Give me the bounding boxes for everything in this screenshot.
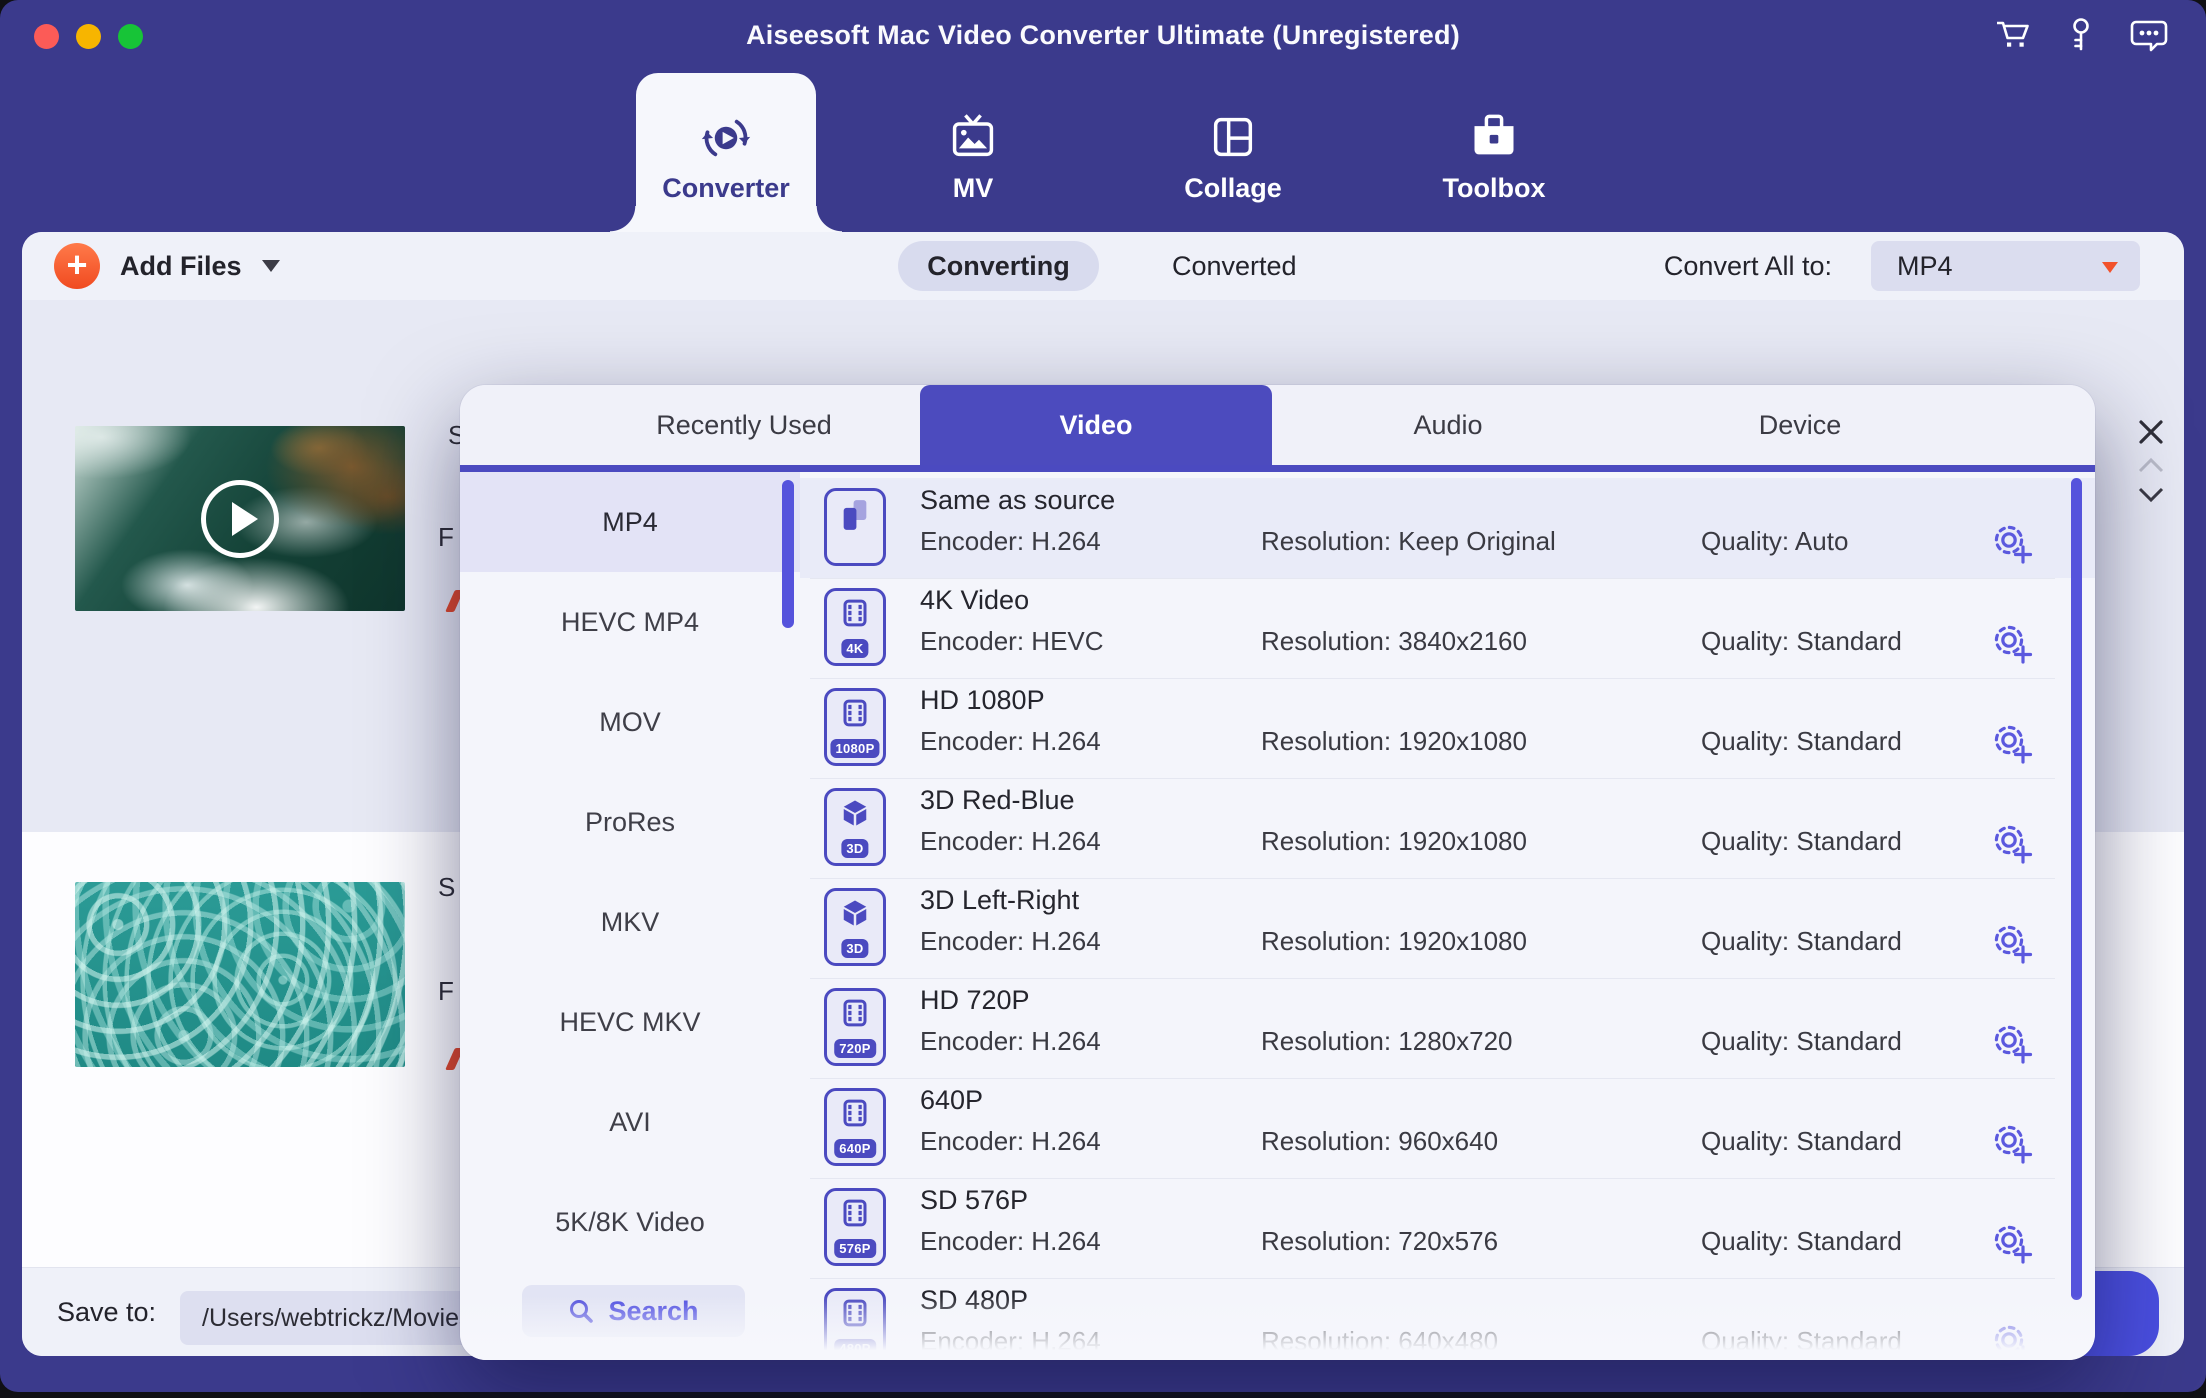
toolbar: + Add Files Converting Converted Convert… [22,232,2184,301]
format-row-3d-red-blue[interactable]: 3D 3D Red-Blue Encoder: H.264 Resolution… [800,778,2095,878]
profile-settings-gear-icon[interactable] [1990,1121,2034,1165]
profile-settings-gear-icon[interactable] [1990,821,2034,865]
converted-tab[interactable]: Converted [1172,241,1297,291]
film-icon: 576P [824,1188,886,1266]
search-icon [570,1300,594,1323]
move-down-icon[interactable] [2138,486,2164,509]
add-files-label: Add Files [120,250,242,281]
list-scrollbar[interactable] [2071,478,2082,1300]
mv-icon [946,111,1000,165]
play-preview-button[interactable] [201,479,279,558]
tab-collage[interactable]: Collage [1143,73,1323,232]
sidebar-scrollbar[interactable] [782,480,794,628]
save-path-input[interactable]: /Users/webtrickz/Movies [180,1291,480,1345]
profile-settings-gear-icon[interactable] [1990,1321,2034,1360]
converting-tab[interactable]: Converting [898,241,1099,291]
sidebar-item-hevc-mp4[interactable]: HEVC MP4 [460,572,800,672]
popup-tabbar: Recently Used Video Audio Device [460,385,2095,465]
profile-settings-gear-icon[interactable] [1990,1021,2034,1065]
cube-3d-icon: 3D [824,788,886,866]
search-button[interactable]: Search [522,1285,745,1337]
sidebar-item-5k8k[interactable]: 5K/8K Video [460,1172,800,1272]
format-row-640p[interactable]: 640P 640P Encoder: H.264 Resolution: 960… [800,1078,2095,1178]
film-icon: 720P [824,988,886,1066]
format-row-hd-720p[interactable]: 720P HD 720P Encoder: H.264 Resolution: … [800,978,2095,1078]
convert-all-dropdown[interactable]: MP4 [1871,241,2140,291]
tab-flare [816,206,842,232]
collage-icon [1206,111,1260,165]
add-files-button[interactable]: + Add Files [54,232,280,300]
format-row-sd-576p[interactable]: 576P SD 576P Encoder: H.264 Resolution: … [800,1178,2095,1278]
profile-settings-gear-icon[interactable] [1990,921,2034,965]
key-register-icon[interactable] [2060,14,2102,56]
sidebar-item-prores[interactable]: ProRes [460,772,800,872]
feedback-icon[interactable] [2128,14,2170,56]
tab-converter[interactable]: Converter [610,73,842,232]
window-background: Aiseesoft Mac Video Converter Ultimate (… [0,0,2206,1392]
cart-icon[interactable] [1992,14,2034,56]
app-window: Aiseesoft Mac Video Converter Ultimate (… [0,0,2206,1398]
format-popup: Recently Used Video Audio Device MP4 HEV… [460,385,2095,1360]
move-up-icon[interactable] [2138,456,2164,479]
film-icon: 640P [824,1088,886,1166]
popup-tab-underline [460,465,2095,472]
tab-mv-label: MV [952,173,994,203]
popup-tab-device[interactable]: Device [1624,385,1976,465]
profile-settings-gear-icon[interactable] [1990,721,2034,765]
layers-icon [824,488,886,566]
convert-all-value: MP4 [1897,251,1953,281]
profile-settings-gear-icon[interactable] [1990,621,2034,665]
tab-toolbox[interactable]: Toolbox [1404,73,1584,232]
popup-tab-video[interactable]: Video [920,385,1272,465]
sidebar-item-mov[interactable]: MOV [460,672,800,772]
window-title: Aiseesoft Mac Video Converter Ultimate (… [746,20,1460,50]
sidebar-item-mp4[interactable]: MP4 [460,472,800,572]
film-icon: 4K [824,588,886,666]
format-row-same-as-source[interactable]: Same as source Encoder: H.264 Resolution… [800,478,2095,578]
add-files-caret-icon[interactable] [261,260,280,272]
toolbox-icon [1467,111,1521,165]
remove-file-icon[interactable] [2135,416,2167,453]
tab-mv[interactable]: MV [883,73,1063,232]
search-label: Search [608,1295,699,1326]
format-row-hd-1080p[interactable]: 1080P HD 1080P Encoder: H.264 Resolution… [800,678,2095,778]
tab-collage-label: Collage [1184,173,1282,203]
popup-tab-recently-used[interactable]: Recently Used [568,385,920,465]
dropdown-arrow-icon [2102,262,2118,273]
save-to-label: Save to: [57,1297,157,1327]
film-icon: 1080P [824,688,886,766]
popup-tab-audio[interactable]: Audio [1272,385,1624,465]
sidebar-item-hevc-mkv[interactable]: HEVC MKV [460,972,800,1072]
cube-3d-icon: 3D [824,888,886,966]
tab-converter-label: Converter [662,173,790,203]
tab-flare [610,206,636,232]
video-thumbnail-2[interactable] [75,882,405,1067]
plus-icon: + [54,243,100,289]
film-icon: 480P [824,1288,886,1360]
profile-settings-gear-icon[interactable] [1990,521,2034,565]
format-row-3d-left-right[interactable]: 3D 3D Left-Right Encoder: H.264 Resoluti… [800,878,2095,978]
format-row-sd-480p[interactable]: 480P SD 480P Encoder: H.264 Resolution: … [800,1278,2095,1360]
sidebar-item-mkv[interactable]: MKV [460,872,800,972]
format-sidebar: MP4 HEVC MP4 MOV ProRes MKV HEVC MKV AVI… [460,472,800,1360]
format-list: Same as source Encoder: H.264 Resolution… [800,472,2095,1360]
profile-settings-gear-icon[interactable] [1990,1221,2034,1265]
converter-icon [699,111,753,165]
format-row-4k-video[interactable]: 4K 4K Video Encoder: HEVC Resolution: 38… [800,578,2095,678]
video-thumbnail-1[interactable] [75,426,405,611]
sidebar-item-avi[interactable]: AVI [460,1072,800,1172]
tab-toolbox-label: Toolbox [1442,173,1546,203]
main-nav: Converter MV Collage Toolbox [0,60,2206,232]
convert-all-label: Convert All to: [1663,251,1832,281]
